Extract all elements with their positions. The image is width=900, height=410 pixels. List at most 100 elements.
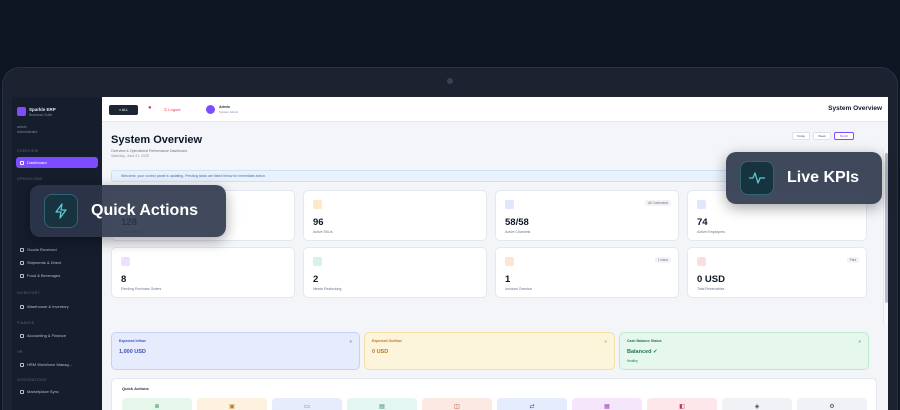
kpi-label: Active Channels: [505, 230, 531, 234]
sku-icon: [313, 200, 322, 209]
quick-action-button[interactable]: ⚙Settings: [797, 398, 867, 410]
kpi-card[interactable]: 2 Needs Restocking: [303, 247, 487, 298]
cart-icon: [121, 257, 130, 266]
finance-title: Expected Inflow: [119, 339, 146, 343]
scrollbar-thumb[interactable]: [885, 153, 888, 303]
sidebar-item-dashboard[interactable]: Dashboard: [16, 157, 98, 168]
topbar: ≡ ALL ● ⎋ Logout Admin System Admin Syst…: [102, 97, 888, 122]
sidebar-item-goods-received[interactable]: Goods Received: [16, 244, 98, 255]
finance-card-balance[interactable]: Cash Balance Status Balanced ✓ Healthy ×: [619, 332, 869, 370]
sidebar-item-label: Food & Beverages: [27, 273, 61, 278]
sidebar-item-accounting[interactable]: Accounting & Finance: [16, 330, 98, 341]
employees-icon: [697, 200, 706, 209]
quick-action-button[interactable]: ⇄New Shipment: [497, 398, 567, 410]
sidebar-item-label: Dashboard: [27, 160, 47, 165]
lightning-icon: [44, 194, 78, 228]
quick-actions-overlay: Quick Actions: [30, 185, 226, 237]
warehouse-icon: [20, 304, 24, 309]
logout-link[interactable]: ⎋ Logout: [164, 107, 181, 112]
sidebar-item-label: Accounting & Finance: [27, 333, 66, 338]
kpi-value: 74: [697, 217, 708, 228]
sidebar-item-marketplace[interactable]: Marketplace Sync: [16, 386, 98, 397]
range-week-button[interactable]: Week: [813, 132, 831, 140]
quick-actions-title: Quick Actions: [122, 386, 149, 391]
quick-action-button[interactable]: ▦Reports & Analytics: [572, 398, 642, 410]
topbar-title: System Overview: [828, 105, 882, 112]
sidebar-section-inventory: INVENTORY: [17, 291, 40, 295]
kpi-card[interactable]: 8 Pending Purchase Orders: [111, 247, 295, 298]
kpi-label: Active SKUs: [313, 230, 333, 234]
sidebar-item-food[interactable]: Food & Beverages: [16, 270, 98, 281]
kpi-label: Needs Restocking: [313, 287, 342, 291]
brand-name: Sparkle ERP: [29, 107, 56, 112]
kpi-value: 0 USD: [697, 274, 725, 285]
kpi-label: Active Employees: [697, 230, 725, 234]
quick-action-icon: ▦: [604, 403, 610, 410]
quick-action-icon: ◫: [454, 403, 460, 410]
sidebar-item-warehouse[interactable]: Warehouse & Inventory: [16, 301, 98, 312]
range-today-button[interactable]: Today: [792, 132, 810, 140]
webcam: [447, 78, 453, 84]
kpi-label: Invoices Overdue: [505, 287, 533, 291]
finance-value: 1,000 USD: [119, 349, 146, 355]
overlay-label: Live KPIs: [787, 169, 860, 186]
sidebar: Sparkle ERP Business Suite admin Adminis…: [12, 97, 102, 410]
sidebar-section-overview: OVERVIEW: [17, 149, 39, 153]
page-date: Saturday, June 21, 2025: [111, 154, 149, 158]
range-month-button[interactable]: Month: [834, 132, 854, 140]
kpi-value: 2: [313, 274, 319, 285]
sidebar-section-finance: FINANCE: [17, 321, 35, 325]
avatar[interactable]: [206, 105, 215, 114]
ledger-icon: [20, 333, 24, 338]
app-screen: Sparkle ERP Business Suite admin Adminis…: [12, 97, 888, 410]
kpi-card[interactable]: 1 Issue 1 Invoices Overdue: [495, 247, 679, 298]
quick-actions-panel: Quick Actions ⊕New Sale ▣New Supplier ▭Pur…: [111, 378, 877, 410]
sidebar-item-label: Marketplace Sync: [27, 389, 59, 394]
kpi-card[interactable]: 96 Active SKUs: [303, 190, 487, 241]
kpi-value: 96: [313, 217, 324, 228]
quick-action-icon: ⊕: [154, 403, 160, 410]
all-menu-button[interactable]: ≡ ALL: [109, 105, 138, 115]
close-icon[interactable]: ×: [349, 339, 352, 344]
kpi-value: 8: [121, 274, 127, 285]
quick-action-button[interactable]: ⊕New Sale: [122, 398, 192, 410]
channels-icon: [505, 200, 514, 209]
finance-card-outflow[interactable]: Expected Outflow 0 USD ×: [364, 332, 615, 370]
quick-action-button[interactable]: ◈Expenses: [722, 398, 792, 410]
food-icon: [20, 273, 24, 278]
finance-value: Balanced ✓: [627, 349, 658, 355]
kpi-tag: All Connected: [645, 200, 671, 206]
quick-action-button[interactable]: ▭Purchase Order: [272, 398, 342, 410]
brand-logo: [17, 107, 26, 116]
quick-action-button[interactable]: ▤Goods Receipt: [347, 398, 417, 410]
pulse-icon: [740, 161, 774, 195]
kpi-label: Pending Purchase Orders: [121, 287, 162, 291]
people-icon: [20, 362, 24, 367]
kpi-tag: 1 Issue: [654, 257, 671, 263]
quick-action-button[interactable]: ◫Inventory Count: [422, 398, 492, 410]
sidebar-item-shipments[interactable]: Shipments & Direct: [16, 257, 98, 268]
sidebar-user: admin: [17, 125, 27, 129]
kpi-card[interactable]: All Connected 58/58 Active Channels: [495, 190, 679, 241]
kpi-label: Total Receivables: [697, 287, 725, 291]
quick-action-icon: ▤: [379, 403, 385, 410]
sidebar-item-label: Shipments & Direct: [27, 260, 62, 265]
sidebar-user-role: Administrator: [17, 130, 38, 134]
quick-action-button[interactable]: ◧Record Invoice: [647, 398, 717, 410]
truck-icon: [20, 260, 24, 265]
close-icon[interactable]: ×: [858, 339, 861, 344]
notification-bell-icon[interactable]: ●: [148, 105, 154, 112]
quick-action-button[interactable]: ▣New Supplier: [197, 398, 267, 410]
finance-card-inflow[interactable]: Expected Inflow 1,000 USD ×: [111, 332, 360, 370]
close-icon[interactable]: ×: [604, 339, 607, 344]
restock-icon: [313, 257, 322, 266]
finance-value: 0 USD: [372, 349, 389, 355]
scrollbar[interactable]: [883, 149, 888, 324]
notice-text: Welcome, your control panel is updating.…: [121, 174, 266, 178]
kpi-card[interactable]: Paid 0 USD Total Receivables: [687, 247, 867, 298]
sidebar-item-label: Goods Received: [27, 247, 57, 252]
kpi-value: 58/58: [505, 217, 529, 228]
dashboard-icon: [20, 160, 24, 165]
sidebar-item-hrm[interactable]: HRM Workforce Manag...: [16, 359, 98, 370]
sync-icon: [20, 389, 24, 394]
